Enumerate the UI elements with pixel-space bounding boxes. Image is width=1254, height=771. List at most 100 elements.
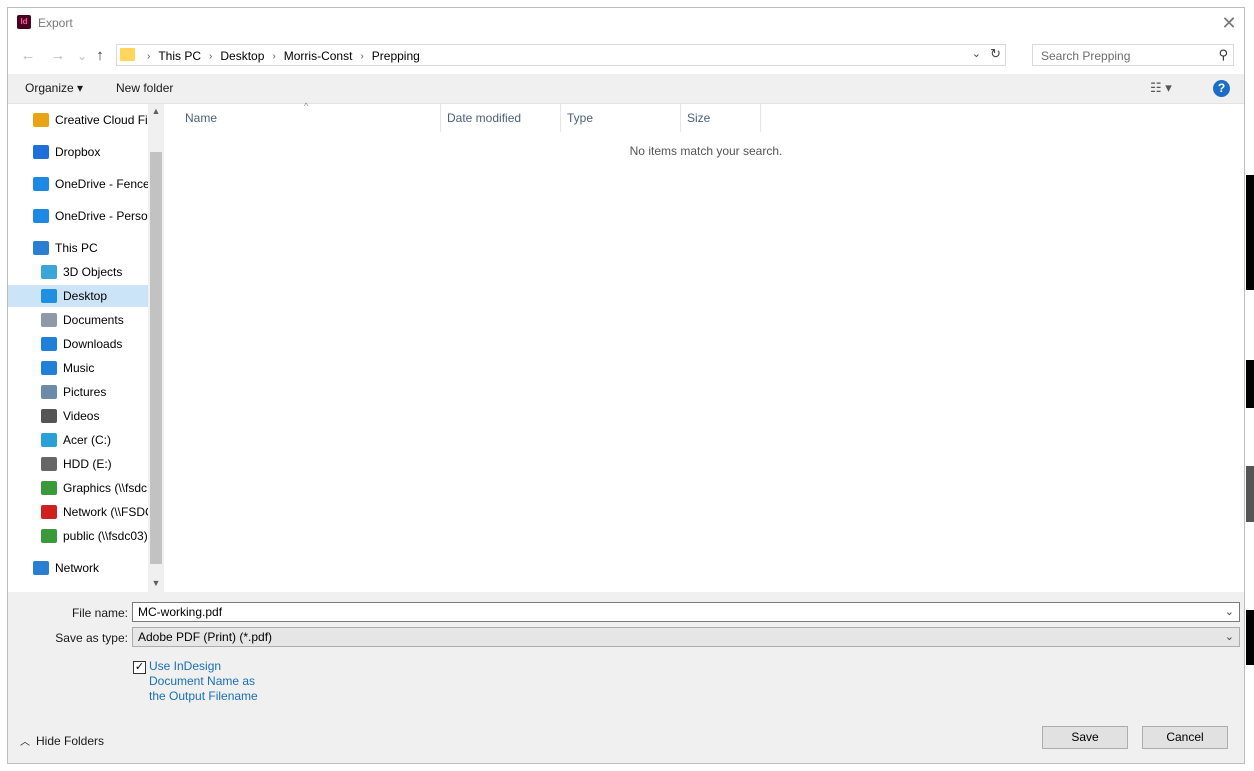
column-header-size[interactable]: Size	[681, 104, 761, 132]
help-icon[interactable]: ?	[1213, 80, 1230, 97]
close-icon[interactable]: ✕	[1220, 14, 1238, 32]
scrollbar-thumb[interactable]	[150, 152, 162, 564]
forward-arrow-icon[interactable]: →	[48, 47, 68, 65]
sidebar-item-label: Acer (C:)	[63, 433, 111, 447]
videos-icon	[41, 409, 57, 423]
breadcrumb: › This PC › Desktop › Morris-Const › Pre…	[139, 48, 420, 64]
empty-message: No items match your search.	[629, 144, 783, 158]
background-shape	[1246, 610, 1254, 665]
view-options-icon[interactable]: ☷ ▾	[1150, 80, 1172, 96]
chevron-right-icon[interactable]: ›	[201, 51, 220, 62]
sidebar-item-label: Pictures	[63, 385, 107, 399]
sidebar-item-label: Documents	[63, 313, 124, 327]
sidebar-item-label: OneDrive - FenceS	[55, 177, 148, 191]
file-list[interactable]: ^ Name Date modified Type Size No items …	[164, 101, 1244, 592]
background-shape	[1246, 360, 1254, 408]
sidebar-item[interactable]: Acer (C:)	[8, 429, 148, 451]
scroll-down-icon[interactable]: ▼	[148, 578, 164, 592]
command-bar: Organize ▾ New folder ☷ ▾ ?	[8, 74, 1244, 104]
new-folder-button[interactable]: New folder	[116, 81, 173, 95]
navigation-scrollbar[interactable]: ▲ ▼	[148, 104, 164, 592]
save-as-type-label: Save as type:	[55, 631, 128, 645]
computer-icon	[33, 241, 49, 255]
sidebar-item-label: Desktop	[63, 289, 108, 303]
chevron-right-icon[interactable]: ›	[139, 51, 158, 62]
breadcrumb-prepping[interactable]: Prepping	[372, 49, 420, 63]
downloads-icon	[41, 337, 57, 351]
breadcrumb-morris-const[interactable]: Morris-Const	[284, 49, 353, 63]
sidebar-item-label: Graphics (\\fsdc	[63, 481, 148, 495]
recent-locations-icon[interactable]: ⌄	[72, 47, 92, 65]
up-arrow-icon[interactable]: ↑	[90, 47, 110, 65]
sidebar-item-label: Downloads	[63, 337, 123, 351]
folder-icon	[120, 48, 135, 61]
background-shape	[1246, 175, 1254, 290]
breadcrumb-desktop[interactable]: Desktop	[220, 49, 264, 63]
sidebar-item-label: This PC	[55, 241, 98, 255]
creative-cloud-icon	[33, 113, 49, 127]
3d-objects-icon	[41, 265, 57, 279]
column-header-date-modified[interactable]: Date modified	[441, 104, 561, 132]
sidebar-item[interactable]: This PC	[8, 237, 148, 259]
refresh-icon[interactable]: ↻	[990, 46, 1001, 62]
windows-drive-icon	[41, 433, 57, 447]
sidebar-item-label: Network (\\FSDC	[63, 505, 148, 519]
back-arrow-icon[interactable]: ←	[18, 47, 38, 65]
sidebar-item[interactable]: Dropbox	[8, 141, 148, 163]
scroll-up-icon[interactable]: ▲	[148, 106, 164, 120]
chevron-down-icon[interactable]: ⌄	[972, 47, 981, 60]
sidebar-item[interactable]: Network (\\FSDC	[8, 501, 148, 523]
drive-icon	[41, 457, 57, 471]
search-input[interactable]	[1033, 45, 1221, 67]
sidebar-item[interactable]: Downloads	[8, 333, 148, 355]
network-icon	[33, 561, 49, 575]
sidebar-item[interactable]: Pictures	[8, 381, 148, 403]
chevron-down-icon[interactable]: ⌄	[1225, 630, 1234, 643]
hide-folders-label: Hide Folders	[36, 734, 105, 748]
sidebar-item[interactable]: Network	[8, 557, 148, 579]
search-icon[interactable]: ⚲	[1218, 47, 1228, 63]
organize-button[interactable]: Organize ▾	[25, 81, 83, 95]
column-header-type[interactable]: Type	[561, 104, 681, 132]
indesign-app-icon: Id	[17, 15, 31, 29]
use-document-name-checkbox[interactable]: ✓	[133, 661, 146, 674]
sidebar-item-label: 3D Objects	[63, 265, 123, 279]
sidebar-item-label: Network	[55, 561, 100, 575]
chevron-up-icon: ︿	[20, 737, 30, 748]
sidebar-item[interactable]: 3D Objects	[8, 261, 148, 283]
hide-folders-button[interactable]: ︿ Hide Folders	[20, 733, 104, 748]
background-shape	[1246, 466, 1254, 522]
dropbox-icon	[33, 145, 49, 159]
documents-icon	[41, 313, 57, 327]
save-button[interactable]: Save	[1042, 726, 1128, 749]
sidebar-item[interactable]: public (\\fsdc03)	[8, 525, 148, 547]
use-document-name-label[interactable]: Use InDesign Document Name as the Output…	[149, 659, 269, 704]
file-name-value[interactable]: MC-working.pdf	[138, 605, 222, 619]
sidebar-item-label: Music	[63, 361, 95, 375]
onedrive-icon	[33, 177, 49, 191]
chevron-right-icon[interactable]: ›	[352, 51, 371, 62]
save-as-type-select[interactable]: Adobe PDF (Print) (*.pdf) ⌄	[132, 627, 1240, 647]
address-bar[interactable]: › This PC › Desktop › Morris-Const › Pre…	[116, 44, 1006, 66]
sidebar-item[interactable]: HDD (E:)	[8, 453, 148, 475]
network-drive-disconnected-icon	[41, 505, 57, 519]
search-box[interactable]: ⚲	[1032, 44, 1234, 67]
file-name-field[interactable]: MC-working.pdf ⌄	[132, 602, 1240, 622]
sidebar-item[interactable]: Documents	[8, 309, 148, 331]
export-dialog: Id Export ✕ ← → ⌄ ↑ › This PC › Desktop …	[7, 7, 1245, 764]
chevron-right-icon[interactable]: ›	[264, 51, 283, 62]
chevron-down-icon[interactable]: ⌄	[1225, 605, 1234, 618]
address-row: ← → ⌄ ↑ › This PC › Desktop › Morris-Con…	[8, 38, 1244, 74]
sidebar-item[interactable]: OneDrive - Persor	[8, 205, 148, 227]
network-drive-icon	[41, 529, 57, 543]
sidebar-item[interactable]: Creative Cloud Fil	[8, 109, 148, 131]
cancel-button[interactable]: Cancel	[1142, 726, 1228, 749]
sidebar-item[interactable]: Desktop	[8, 285, 148, 307]
breadcrumb-this-pc[interactable]: This PC	[158, 49, 201, 63]
sidebar-item[interactable]: Videos	[8, 405, 148, 427]
sidebar-item[interactable]: Graphics (\\fsdc	[8, 477, 148, 499]
column-header-name[interactable]: Name	[179, 104, 441, 132]
sidebar-item[interactable]: Music	[8, 357, 148, 379]
sidebar-item[interactable]: OneDrive - FenceS	[8, 173, 148, 195]
sidebar-item-label: public (\\fsdc03)	[63, 529, 148, 543]
